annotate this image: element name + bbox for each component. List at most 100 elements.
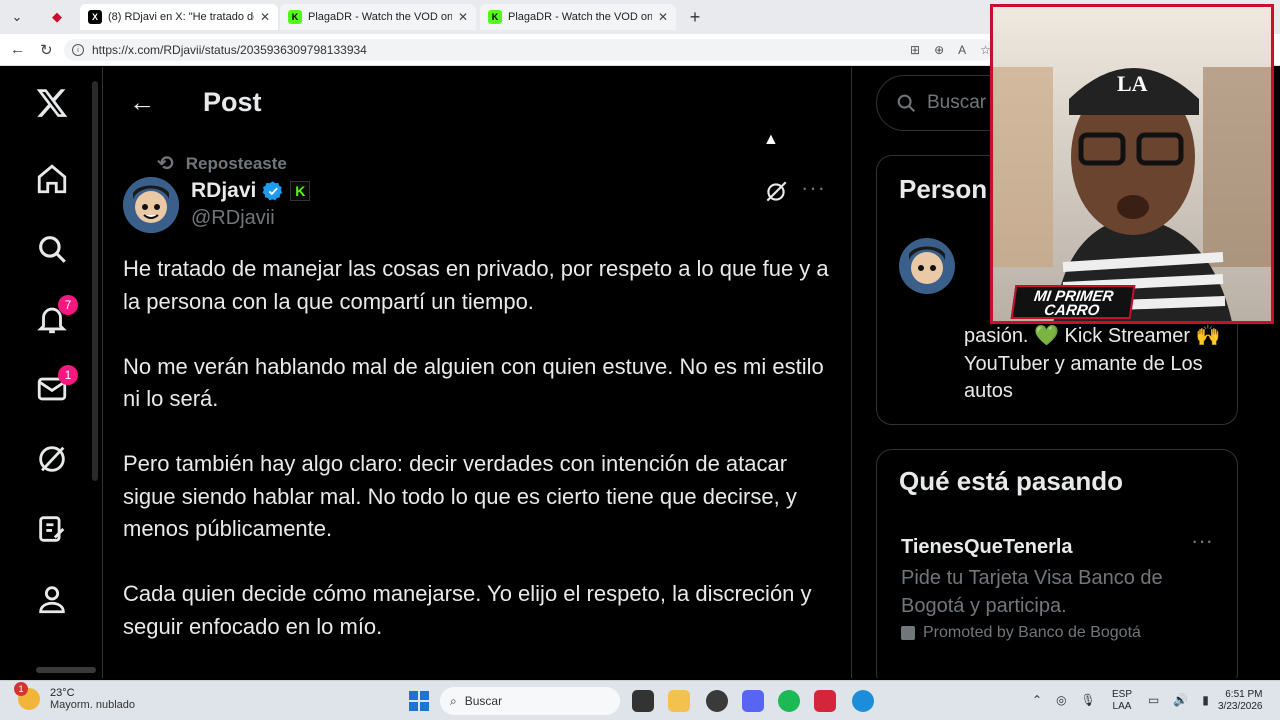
trend-description: Pide tu Tarjeta Visa Banco de Bogotá y p…	[901, 567, 1163, 617]
url-field[interactable]: i https://x.com/RDjavii/status/203593630…	[64, 39, 994, 61]
left-scrollbar[interactable]	[92, 81, 98, 481]
search-icon[interactable]	[32, 229, 72, 269]
home-icon[interactable]	[32, 159, 72, 199]
notifications-badge: 7	[58, 295, 78, 315]
tab-title: PlagaDR - Watch the VOD on Kick	[308, 11, 452, 23]
notifications-bell-icon[interactable]: 7	[32, 295, 78, 339]
mouse-cursor-icon: ▲	[763, 131, 779, 148]
author-name[interactable]: RDjavi	[191, 179, 256, 203]
clock-time: 6:51 PM	[1225, 689, 1263, 700]
file-explorer-icon[interactable]	[668, 690, 690, 712]
horizontal-scrollbar[interactable]	[36, 667, 96, 673]
lang-code: ESP	[1112, 689, 1133, 700]
pinned-tab-icon[interactable]: ◆	[46, 6, 68, 28]
tab-x-post[interactable]: X (8) RDjavi en X: "He tratado de ma ✕	[80, 4, 278, 30]
network-volume-tray: ▭ 🔊 ▮	[1148, 693, 1209, 707]
close-tab-icon[interactable]: ✕	[260, 10, 270, 24]
tab-kick-vod-1[interactable]: K PlagaDR - Watch the VOD on Kick ✕	[280, 4, 476, 30]
promoted-icon	[901, 626, 915, 640]
trends-card: Qué está pasando TienesQueTenerla ··· Pi…	[876, 449, 1238, 678]
system-tray: ⌃ ◎ 🎙	[1032, 693, 1096, 707]
person-bio: pasión. 💚 Kick Streamer 🙌 YouTuber y ama…	[964, 325, 1221, 402]
battery-icon[interactable]: ▮	[1202, 693, 1209, 707]
task-view-icon[interactable]	[632, 690, 654, 712]
messages-badge: 1	[58, 365, 78, 385]
webcam-label: MI PRIMER CARRO	[1010, 285, 1136, 319]
tab-title: (8) RDjavi en X: "He tratado de ma	[108, 11, 254, 23]
zoom-icon[interactable]: ⊕	[934, 43, 944, 57]
post-paragraph: No me verán hablando mal de alguien con …	[123, 353, 824, 412]
site-info-icon[interactable]: i	[72, 44, 84, 56]
author-avatar[interactable]	[123, 177, 179, 233]
post-paragraph: Cada quien decide cómo manejarse. Yo eli…	[123, 581, 812, 639]
tray-chevron-icon[interactable]: ⌃	[1032, 693, 1042, 707]
messages-envelope-icon[interactable]: 1	[32, 365, 78, 409]
tab-title: PlagaDR - Watch the VOD on Kick	[508, 11, 652, 23]
url-text: https://x.com/RDjavii/status/20359363097…	[92, 43, 367, 57]
author-name-row: RDjavi K	[191, 179, 311, 203]
tray-app-icon[interactable]: ◎	[1056, 693, 1066, 707]
taskbar-search[interactable]: ⌕ Buscar	[440, 687, 620, 715]
new-tab-plus-icon[interactable]: +	[684, 6, 706, 28]
back-arrow-icon[interactable]: ←	[129, 87, 155, 118]
app-red-icon[interactable]	[814, 690, 836, 712]
app-install-icon[interactable]: ⊞	[910, 43, 920, 57]
trend-name[interactable]: TienesQueTenerla	[901, 536, 1073, 559]
promoted-row: Promoted by Banco de Bogotá	[901, 624, 1141, 642]
grok-icon[interactable]	[32, 439, 72, 479]
streamer-image: LA	[993, 67, 1271, 321]
more-options-icon[interactable]: ···	[801, 175, 826, 201]
post-body: He tratado de manejar las cosas en priva…	[123, 253, 833, 676]
verified-badge-icon	[262, 181, 283, 201]
close-tab-icon[interactable]: ✕	[458, 10, 468, 24]
left-nav: 7 1	[4, 67, 100, 678]
trends-title: Qué está pasando	[899, 466, 1123, 496]
chrome-icon[interactable]	[706, 690, 728, 712]
read-aloud-icon[interactable]: A	[958, 43, 966, 57]
author-handle[interactable]: @RDjavii	[191, 207, 275, 230]
profile-icon[interactable]	[32, 579, 72, 619]
url-actions: ⊞ ⊕ A ☆	[910, 43, 991, 57]
tab-kick-vod-2[interactable]: K PlagaDR - Watch the VOD on Kick ✕	[480, 4, 676, 30]
weather-temp: 23°C	[50, 687, 75, 699]
microphone-icon[interactable]: 🎙	[1081, 693, 1096, 707]
grok-explain-icon[interactable]	[763, 179, 789, 205]
network-icon[interactable]: ▭	[1148, 693, 1159, 707]
reload-icon[interactable]: ↻	[40, 41, 53, 59]
lang-layout: LAA	[1112, 701, 1132, 712]
weather-sun-icon: 1	[14, 682, 40, 710]
edge-icon[interactable]	[852, 690, 874, 712]
discord-icon[interactable]	[742, 690, 764, 712]
x-logo-icon[interactable]	[32, 83, 72, 123]
windows-start-icon[interactable]	[409, 691, 429, 711]
promoted-text: Promoted by Banco de Bogotá	[923, 624, 1141, 641]
spotify-icon[interactable]	[778, 690, 800, 712]
repost-label: Reposteaste	[185, 153, 287, 173]
repost-indicator: ⟲ Reposteaste	[157, 151, 287, 176]
search-icon	[897, 94, 915, 112]
post-paragraph: Pero también hay algo claro: decir verda…	[123, 451, 797, 541]
search-icon: ⌕	[450, 693, 457, 708]
kick-affiliate-badge: K	[290, 181, 311, 201]
x-favicon-icon: X	[88, 10, 102, 24]
close-tab-icon[interactable]: ✕	[658, 10, 668, 24]
tab-list-chevron-icon[interactable]: ⌄	[6, 6, 28, 28]
svg-text:LA: LA	[1117, 71, 1148, 96]
clock[interactable]: 6:51 PM 3/23/2026	[1218, 689, 1263, 713]
repost-icon: ⟲	[157, 153, 174, 175]
taskbar-search-label: Buscar	[464, 694, 503, 708]
back-arrow-icon[interactable]: ←	[10, 41, 25, 58]
compose-note-icon[interactable]	[32, 509, 72, 549]
person-avatar[interactable]	[899, 238, 955, 294]
post-paragraph: He tratado de manejar las cosas en priva…	[123, 256, 829, 314]
kick-favicon-icon: K	[288, 10, 302, 24]
kick-favicon-icon: K	[488, 10, 502, 24]
webcam-overlay: LA MI PRIMER CARRO	[990, 4, 1274, 324]
volume-icon[interactable]: 🔊	[1173, 693, 1188, 707]
search-placeholder: Buscar	[927, 92, 987, 113]
page-title: Post	[203, 87, 262, 117]
input-language[interactable]: ESP LAA	[1112, 689, 1132, 713]
weather-widget[interactable]: 1 23°C Mayorm. nublado	[14, 682, 135, 711]
trend-more-icon[interactable]: ···	[1191, 528, 1213, 554]
post-column: ← Post ▲ ⟲ Reposteaste RDjavi K @RDjavii…	[102, 67, 852, 678]
